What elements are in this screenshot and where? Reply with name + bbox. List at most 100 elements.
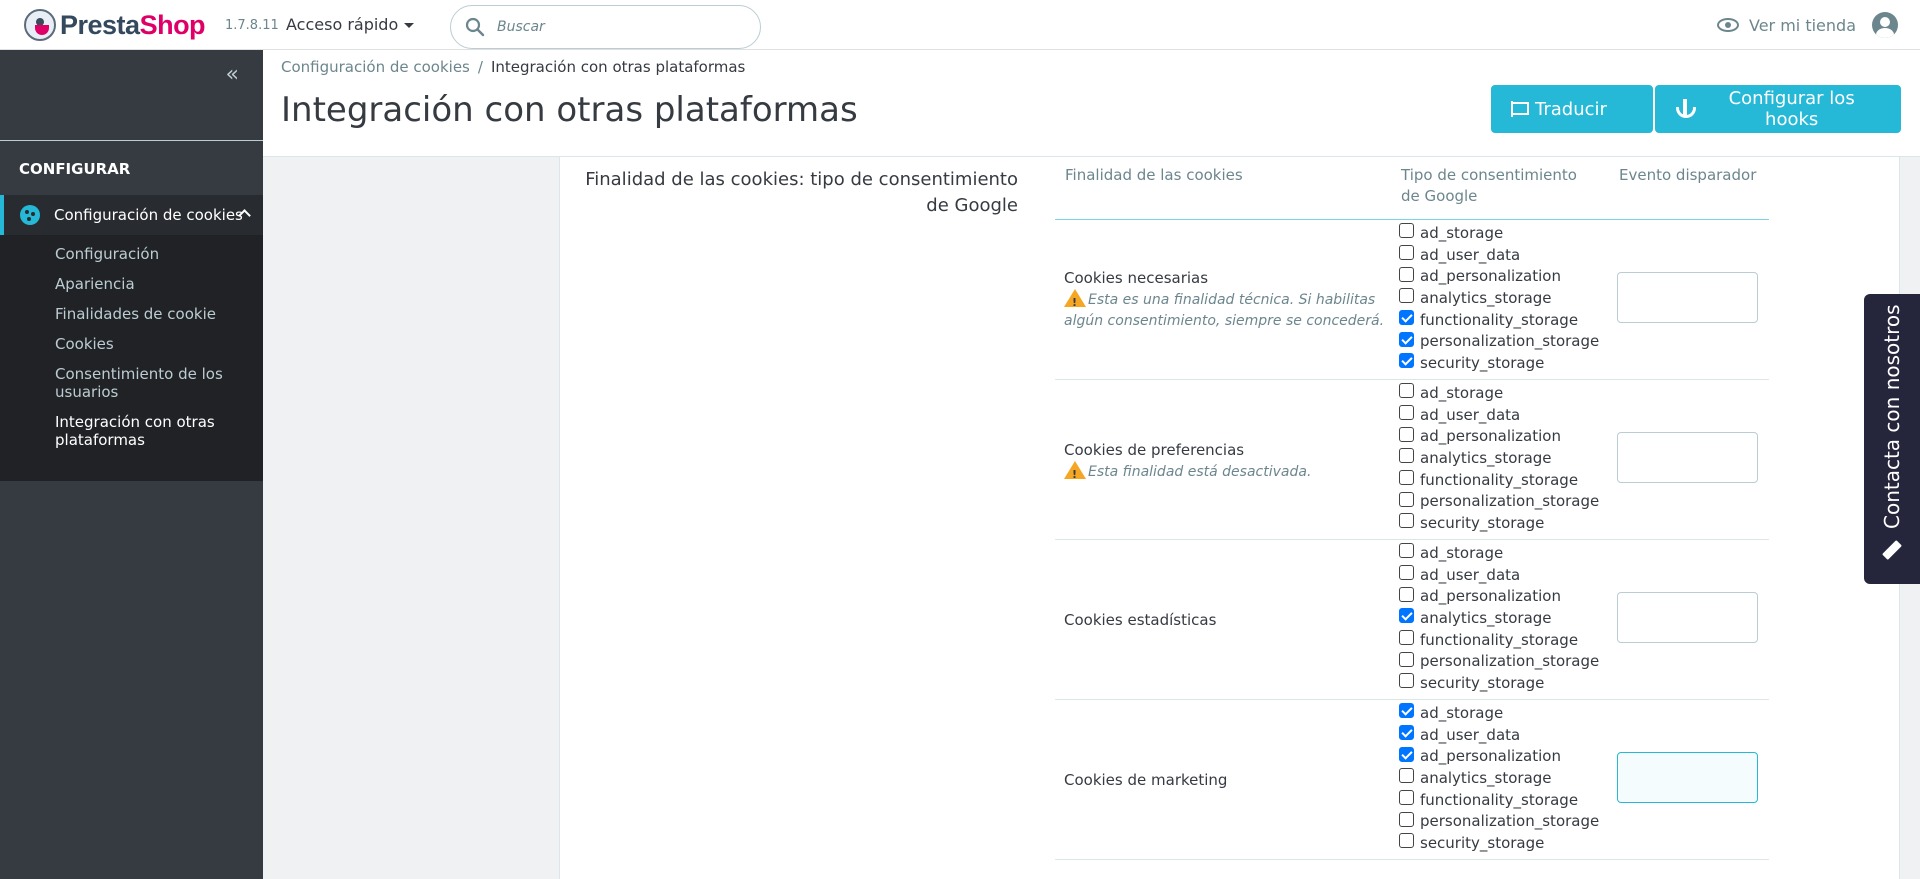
- consent-option[interactable]: analytics_storage: [1399, 287, 1609, 309]
- consent-checkbox[interactable]: [1399, 470, 1414, 486]
- consent-label: security_storage: [1420, 513, 1545, 532]
- submenu-item-apariencia[interactable]: Apariencia: [55, 275, 255, 293]
- consent-checkbox[interactable]: [1399, 565, 1414, 581]
- consent-option[interactable]: ad_personalization: [1399, 745, 1609, 767]
- consent-option[interactable]: ad_storage: [1399, 222, 1609, 244]
- consent-checkbox[interactable]: [1399, 223, 1414, 239]
- submenu-item-cookies[interactable]: Cookies: [55, 335, 255, 353]
- quick-access-dropdown[interactable]: Acceso rápido: [286, 15, 415, 34]
- consent-option[interactable]: analytics_storage: [1399, 447, 1609, 469]
- prestashop-logo[interactable]: PrestaShop: [24, 9, 206, 41]
- consent-checkbox[interactable]: [1399, 833, 1414, 849]
- submenu-item-finalidades[interactable]: Finalidades de cookie: [55, 305, 255, 323]
- consent-checkbox[interactable]: [1399, 651, 1414, 667]
- consent-checkbox[interactable]: [1399, 586, 1414, 602]
- submenu-item-integracion[interactable]: Integración con otras plataformas: [55, 413, 255, 449]
- contact-us-tab[interactable]: Contacta con nosotros: [1864, 294, 1920, 584]
- consent-checkbox[interactable]: [1399, 310, 1414, 326]
- column-header-trigger: Evento disparador: [1619, 166, 1757, 184]
- consent-option[interactable]: ad_user_data: [1399, 564, 1609, 586]
- consent-option[interactable]: functionality_storage: [1399, 789, 1609, 811]
- sidebar-item-cookie-config[interactable]: Configuración de cookies: [0, 195, 263, 235]
- trigger-event-input[interactable]: [1617, 272, 1758, 323]
- consent-checkbox[interactable]: [1399, 630, 1414, 646]
- consent-checkbox[interactable]: [1399, 513, 1414, 529]
- collapse-sidebar-icon[interactable]: «: [226, 64, 239, 86]
- consent-checkbox[interactable]: [1399, 543, 1414, 559]
- page-header: Configuración de cookies / Integración con…: [263, 50, 1920, 157]
- sidebar: « CONFIGURAR Configuración de cookies Co…: [0, 50, 263, 879]
- consent-option[interactable]: personalization_storage: [1399, 330, 1609, 352]
- purpose-warning: Esta finalidad está desactivada.: [1064, 461, 1394, 485]
- consent-option[interactable]: analytics_storage: [1399, 767, 1609, 789]
- column-header-consent-type: Tipo de consentimiento de Google: [1401, 166, 1577, 205]
- eye-icon: [1717, 18, 1739, 32]
- consent-option[interactable]: ad_storage: [1399, 542, 1609, 564]
- consent-option[interactable]: ad_personalization: [1399, 425, 1609, 447]
- search-icon: [465, 17, 485, 37]
- consent-label: personalization_storage: [1420, 332, 1600, 351]
- consent-option[interactable]: security_storage: [1399, 512, 1609, 534]
- consent-option[interactable]: ad_user_data: [1399, 404, 1609, 426]
- consent-checkbox[interactable]: [1399, 491, 1414, 507]
- consent-checkbox[interactable]: [1399, 448, 1414, 464]
- configure-hooks-button-label: Configurar los hooks: [1728, 88, 1855, 130]
- consent-checkbox[interactable]: [1399, 725, 1414, 741]
- consent-checkbox[interactable]: [1399, 331, 1414, 347]
- consent-option[interactable]: personalization_storage: [1399, 650, 1609, 672]
- trigger-event-input[interactable]: [1617, 752, 1758, 803]
- consent-label: security_storage: [1420, 833, 1545, 852]
- consent-checkbox[interactable]: [1399, 790, 1414, 806]
- consent-option[interactable]: security_storage: [1399, 832, 1609, 854]
- consent-option[interactable]: ad_user_data: [1399, 244, 1609, 266]
- consent-checkbox[interactable]: [1399, 405, 1414, 421]
- consent-option[interactable]: functionality_storage: [1399, 629, 1609, 651]
- warning-icon: [1064, 289, 1086, 313]
- configure-hooks-button[interactable]: Configurar los hooks: [1655, 85, 1901, 133]
- consent-option[interactable]: functionality_storage: [1399, 309, 1609, 331]
- table-row: Cookies de preferencias Esta finalidad es…: [1055, 380, 1769, 540]
- consent-option[interactable]: security_storage: [1399, 352, 1609, 374]
- trigger-event-input[interactable]: [1617, 432, 1758, 483]
- user-account-icon[interactable]: [1872, 12, 1898, 38]
- breadcrumb-parent[interactable]: Configuración de cookies: [281, 58, 470, 76]
- search-input[interactable]: [497, 19, 737, 35]
- consent-checkbox[interactable]: [1399, 245, 1414, 261]
- consent-option[interactable]: ad_personalization: [1399, 265, 1609, 287]
- consent-checkbox[interactable]: [1399, 746, 1414, 762]
- consent-checkbox[interactable]: [1399, 266, 1414, 282]
- consent-label: ad_personalization: [1420, 427, 1561, 446]
- anchor-icon: [1675, 99, 1697, 119]
- search-box: [450, 5, 761, 49]
- consent-checkbox[interactable]: [1399, 383, 1414, 399]
- consent-checkbox[interactable]: [1399, 608, 1414, 624]
- consent-checkbox[interactable]: [1399, 426, 1414, 442]
- purpose-cell: Cookies necesarias Esta es una finalidad …: [1064, 268, 1394, 332]
- consent-option[interactable]: personalization_storage: [1399, 490, 1609, 512]
- consent-checkbox[interactable]: [1399, 353, 1414, 369]
- translate-button[interactable]: Traducir: [1491, 85, 1653, 133]
- consent-label: personalization_storage: [1420, 652, 1600, 671]
- trigger-event-input[interactable]: [1617, 592, 1758, 643]
- consent-option[interactable]: security_storage: [1399, 672, 1609, 694]
- consent-checkbox[interactable]: [1399, 768, 1414, 784]
- consent-option[interactable]: analytics_storage: [1399, 607, 1609, 629]
- submenu-item-consentimiento[interactable]: Consentimiento de los usuarios: [55, 365, 255, 401]
- consent-checkbox[interactable]: [1399, 673, 1414, 689]
- consent-option[interactable]: ad_storage: [1399, 382, 1609, 404]
- consent-option[interactable]: ad_user_data: [1399, 724, 1609, 746]
- consent-checkbox[interactable]: [1399, 703, 1414, 719]
- consent-label: analytics_storage: [1420, 608, 1552, 627]
- consent-option[interactable]: personalization_storage: [1399, 810, 1609, 832]
- field-label: Finalidad de las cookies: tipo de consen…: [585, 169, 1018, 216]
- consent-option[interactable]: functionality_storage: [1399, 469, 1609, 491]
- consent-checkbox[interactable]: [1399, 288, 1414, 304]
- consent-label: ad_storage: [1420, 543, 1504, 562]
- view-store-link[interactable]: Ver mi tienda: [1717, 12, 1898, 38]
- consent-option[interactable]: ad_storage: [1399, 702, 1609, 724]
- submenu-item-configuracion[interactable]: Configuración: [55, 245, 255, 263]
- quick-access-label: Acceso rápido: [286, 15, 399, 34]
- consent-checkbox[interactable]: [1399, 811, 1414, 827]
- consent-option[interactable]: ad_personalization: [1399, 585, 1609, 607]
- consent-checkbox-group: ad_storage ad_user_data ad_personalization…: [1399, 542, 1609, 694]
